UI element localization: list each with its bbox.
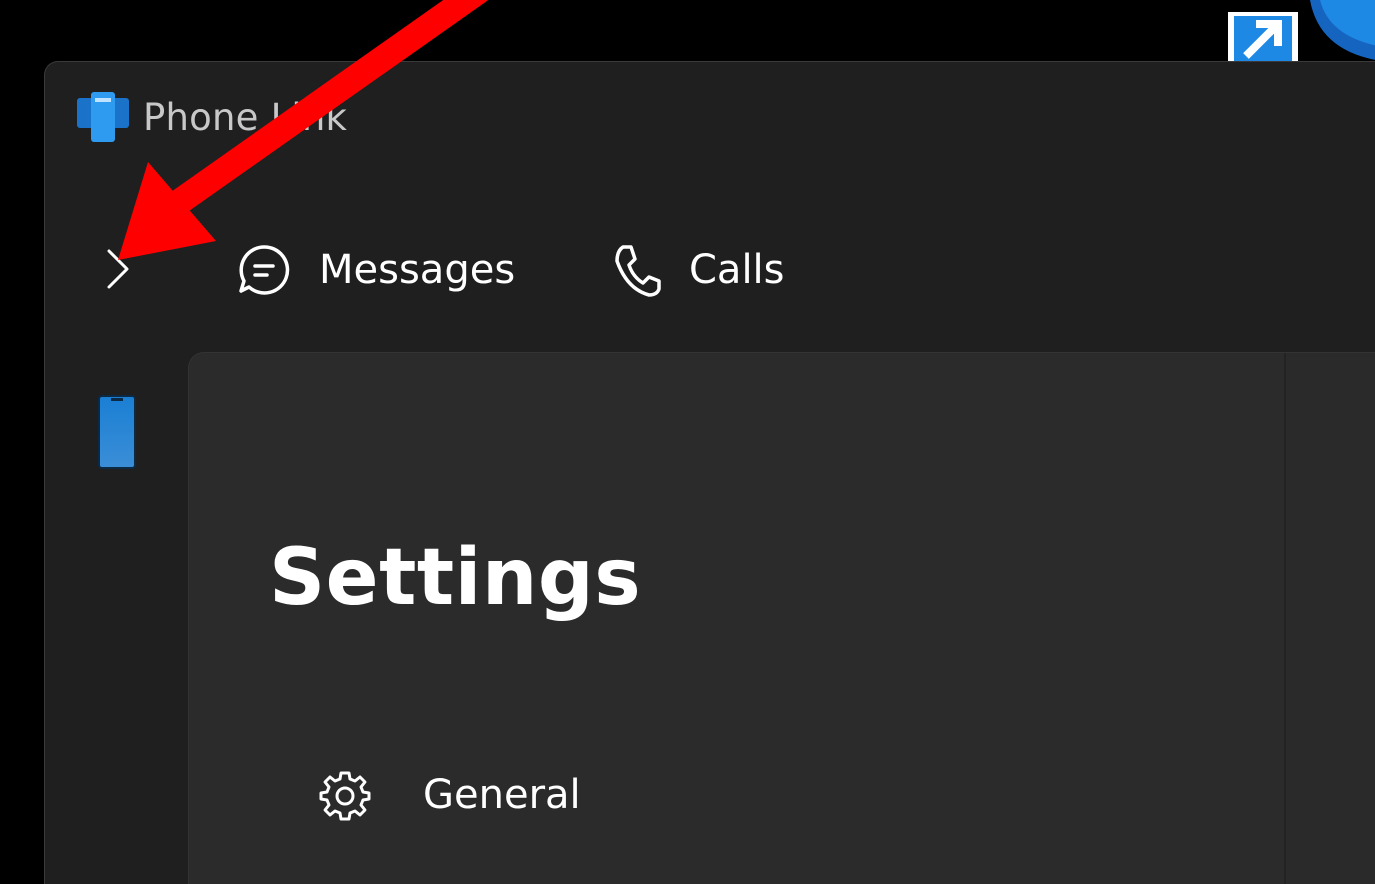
chat-bubble-icon bbox=[239, 245, 290, 295]
expand-nav-button[interactable] bbox=[93, 244, 143, 294]
tab-calls[interactable]: Calls bbox=[611, 238, 785, 302]
edge-browser-icon bbox=[1310, 0, 1375, 60]
app-title: Phone Link bbox=[143, 96, 348, 139]
tab-calls-label: Calls bbox=[689, 247, 785, 293]
tab-messages[interactable]: Messages bbox=[235, 238, 515, 302]
page-title: Settings bbox=[269, 533, 642, 623]
screen: Phone Link Messages Calls Settings Gener… bbox=[0, 0, 1375, 884]
phone-device-icon[interactable] bbox=[97, 394, 137, 470]
settings-item-general-label: General bbox=[423, 772, 581, 818]
settings-panel: Settings General bbox=[188, 352, 1375, 884]
shortcut-arrow-icon bbox=[1228, 12, 1298, 64]
phone-link-window: Phone Link Messages Calls Settings Gener… bbox=[44, 61, 1375, 884]
phone-link-app-icon bbox=[77, 92, 129, 142]
chevron-right-icon bbox=[107, 249, 129, 289]
settings-item-general[interactable]: General bbox=[319, 765, 581, 825]
phone-handset-icon bbox=[615, 245, 661, 297]
gear-icon bbox=[319, 771, 371, 821]
side-rail bbox=[45, 352, 189, 884]
title-bar: Phone Link bbox=[45, 62, 1375, 172]
tab-messages-label: Messages bbox=[319, 247, 516, 293]
right-pane bbox=[1286, 353, 1375, 884]
